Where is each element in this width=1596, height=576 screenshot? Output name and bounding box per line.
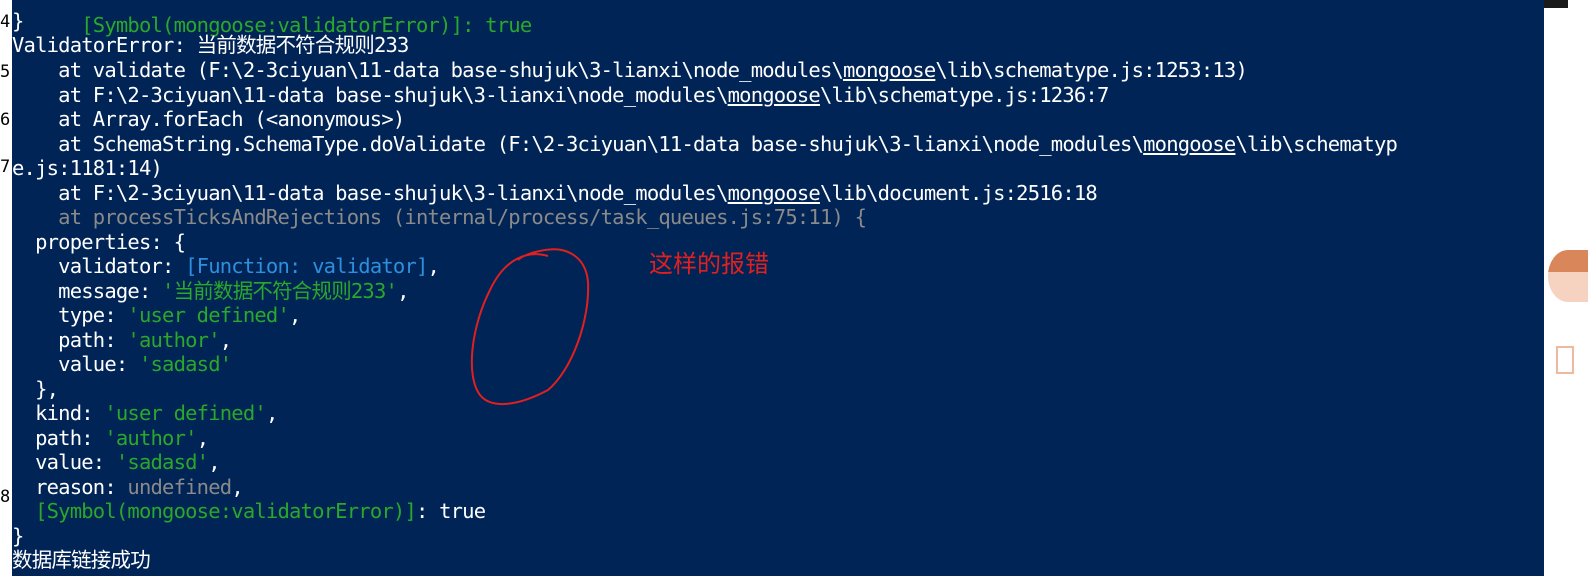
stack-frame: at F:\2-3ciyuan\11-data base-shujuk\3-li…	[12, 181, 1098, 205]
line-number: 7	[0, 157, 11, 177]
field-kind: kind: 'user defined',	[12, 401, 278, 425]
terminal-line: },	[12, 377, 59, 401]
prop-value: value: 'sadasd'	[12, 352, 232, 376]
side-tab-icon[interactable]	[1556, 346, 1574, 374]
stack-frame-internal: at processTicksAndRejections (internal/p…	[12, 205, 867, 229]
field-path: path: 'author',	[12, 426, 209, 450]
line-number: 5	[0, 62, 11, 82]
annotation-text: 这样的报错	[649, 250, 769, 278]
connection-success-message: 数据库链接成功	[12, 548, 151, 572]
error-title: ValidatorError: 当前数据不符合规则233	[12, 33, 409, 57]
scrollbar-thumb[interactable]	[1544, 0, 1568, 8]
prop-message: message: '当前数据不符合规则233',	[12, 279, 409, 303]
stack-frame: at Array.forEach (<anonymous>)	[12, 107, 405, 131]
field-symbol: [Symbol(mongoose:validatorError)]: true	[35, 499, 486, 523]
terminal-line: properties: {	[12, 230, 186, 254]
prop-validator: validator: [Function: validator],	[12, 254, 440, 278]
line-number: 8	[0, 487, 11, 507]
field-reason: reason: undefined,	[12, 475, 244, 499]
terminal-output[interactable]: [Symbol(mongoose:validatorError)]: true …	[12, 0, 1544, 576]
line-number: 4	[0, 12, 11, 32]
stack-frame: at F:\2-3ciyuan\11-data base-shujuk\3-li…	[12, 83, 1109, 107]
stack-frame: at validate (F:\2-3ciyuan\11-data base-s…	[12, 58, 1248, 82]
prop-path: path: 'author',	[12, 328, 232, 352]
avatar-icon	[1548, 250, 1588, 302]
stack-frame: at SchemaString.SchemaType.doValidate (F…	[12, 132, 1398, 156]
prop-type: type: 'user defined',	[12, 303, 301, 327]
line-number: 6	[0, 110, 11, 130]
field-value: value: 'sadasd',	[12, 450, 220, 474]
terminal-line: }	[12, 9, 24, 33]
terminal-line: }	[12, 524, 24, 548]
line-number-gutter: 4 5 6 7 8	[0, 0, 12, 576]
stack-frame-wrap: e.js:1181:14)	[12, 156, 163, 180]
